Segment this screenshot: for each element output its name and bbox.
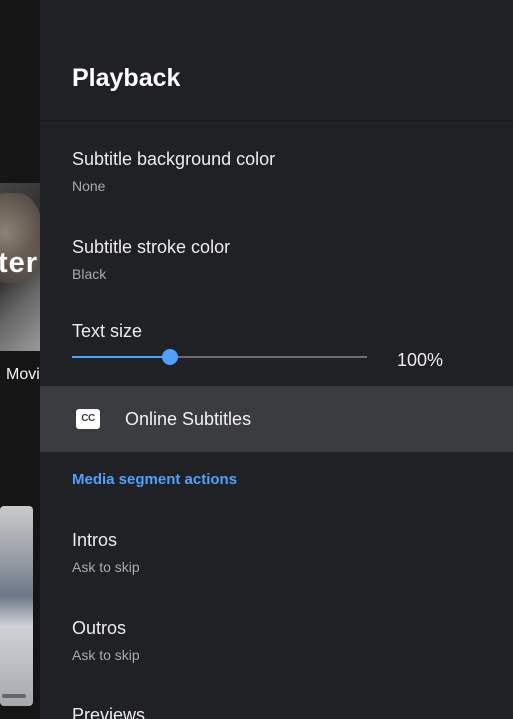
online-subtitles-item[interactable]: CC Online Subtitles xyxy=(40,386,513,452)
online-subtitles-label: Online Subtitles xyxy=(125,409,252,429)
setting-label: Text size xyxy=(72,321,143,341)
text-size-slider[interactable] xyxy=(72,349,367,365)
setting-value: Ask to skip xyxy=(72,559,140,575)
setting-label: Intros xyxy=(72,530,118,550)
page-title: Playback xyxy=(72,64,181,92)
section-header: Media segment actions xyxy=(72,471,238,488)
panel-header: Playback xyxy=(40,0,513,121)
setting-label: Outros xyxy=(72,618,127,638)
cc-icon: CC xyxy=(76,409,100,429)
text-size-value: 100% xyxy=(397,350,444,370)
slider-fill xyxy=(72,356,171,358)
slider-thumb[interactable] xyxy=(162,349,179,365)
setting-label: Subtitle background color xyxy=(72,149,276,169)
outros-setting[interactable]: Outros Ask to skip xyxy=(40,615,513,675)
subtitle-background-color-setting[interactable]: Subtitle background color None xyxy=(40,146,513,206)
setting-label: Previews xyxy=(72,705,146,719)
intros-setting[interactable]: Intros Ask to skip xyxy=(40,527,513,587)
setting-value: Ask to skip xyxy=(72,647,140,663)
poster-title-overlay: ter xyxy=(0,247,38,279)
poster-caption[interactable]: Movi xyxy=(6,366,40,384)
subtitle-stroke-color-setting[interactable]: Subtitle stroke color Black xyxy=(40,234,513,294)
text-size-setting: Text size xyxy=(40,318,513,348)
setting-value: Black xyxy=(72,266,107,282)
poster-thumbnail-2[interactable] xyxy=(0,506,33,706)
settings-panel: Playback Subtitle background color None … xyxy=(40,0,513,719)
setting-label: Subtitle stroke color xyxy=(72,237,231,257)
progress-bar xyxy=(2,694,26,698)
setting-value: None xyxy=(72,178,106,194)
previews-setting[interactable]: Previews xyxy=(40,702,513,719)
